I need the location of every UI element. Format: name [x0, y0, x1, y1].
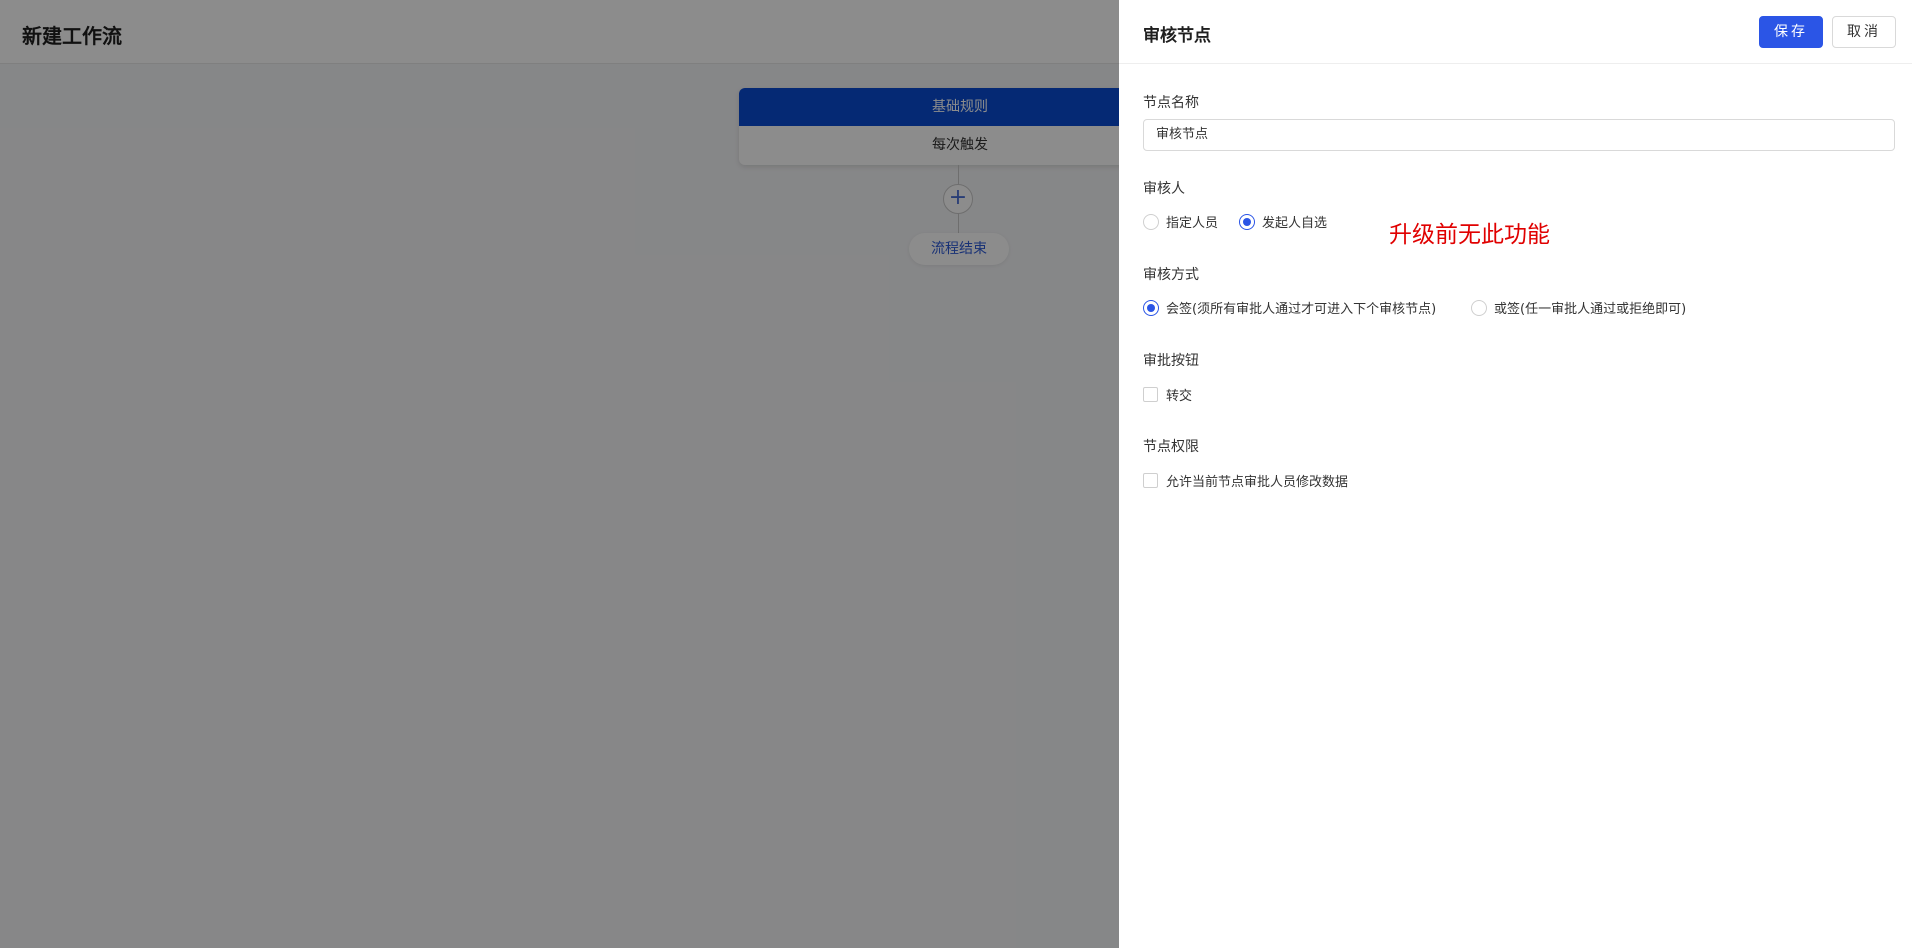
node-name-label: 节点名称 — [1143, 95, 1199, 111]
cancel-button[interactable]: 取消 — [1832, 16, 1896, 48]
node-name-input[interactable]: 审核节点 — [1143, 119, 1895, 151]
drawer-header: 审核节点 保存 取消 — [1119, 0, 1912, 64]
review-mode-section: 审核方式 — [1143, 264, 1199, 284]
permission-option-label: 允许当前节点审批人员修改数据 — [1166, 475, 1349, 490]
review-mode-option-label: 会签(须所有审批人通过才可进入下个审核节点) — [1166, 302, 1437, 317]
review-mode-option-orsign[interactable]: 或签(任一审批人通过或拒绝即可) — [1471, 298, 1686, 317]
node-permission-label: 节点权限 — [1143, 439, 1199, 455]
checkbox-icon[interactable] — [1143, 473, 1158, 488]
drawer-title: 审核节点 — [1143, 26, 1211, 46]
reviewer-option-initiator-choose[interactable]: 发起人自选 — [1239, 212, 1327, 231]
radio-unchecked-icon[interactable] — [1471, 299, 1487, 316]
save-button[interactable]: 保存 — [1759, 16, 1823, 48]
node-permission-section: 节点权限 — [1143, 436, 1199, 456]
reviewer-option-label: 指定人员 — [1166, 216, 1219, 231]
review-mode-option-countersign[interactable]: 会签(须所有审批人通过才可进入下个审核节点) — [1143, 298, 1436, 317]
reviewer-label: 审核人 — [1143, 181, 1185, 197]
approve-buttons-section: 审批按钮 — [1143, 350, 1199, 370]
reviewer-section: 审核人 — [1143, 178, 1185, 198]
review-mode-option-label: 或签(任一审批人通过或拒绝即可) — [1494, 302, 1687, 317]
node-name-section: 节点名称 — [1143, 92, 1199, 112]
radio-unchecked-icon[interactable] — [1143, 213, 1159, 230]
annotation-note: 升级前无此功能 — [1389, 222, 1550, 248]
permission-option-allow-edit[interactable]: 允许当前节点审批人员修改数据 — [1143, 471, 1348, 490]
review-mode-label: 审核方式 — [1143, 267, 1199, 283]
checkbox-icon[interactable] — [1143, 387, 1158, 402]
radio-checked-icon[interactable] — [1143, 299, 1159, 316]
radio-checked-icon[interactable] — [1239, 213, 1255, 230]
approve-buttons-label: 审批按钮 — [1143, 353, 1199, 369]
reviewer-option-designated[interactable]: 指定人员 — [1143, 212, 1218, 231]
reviewer-option-label: 发起人自选 — [1262, 216, 1328, 231]
review-node-drawer: 审核节点 保存 取消 节点名称 审核节点 审核人 指定人员 发起人自选 审核方式… — [1119, 0, 1912, 948]
approve-option-label: 转交 — [1166, 389, 1193, 404]
approve-option-transfer[interactable]: 转交 — [1143, 385, 1192, 404]
